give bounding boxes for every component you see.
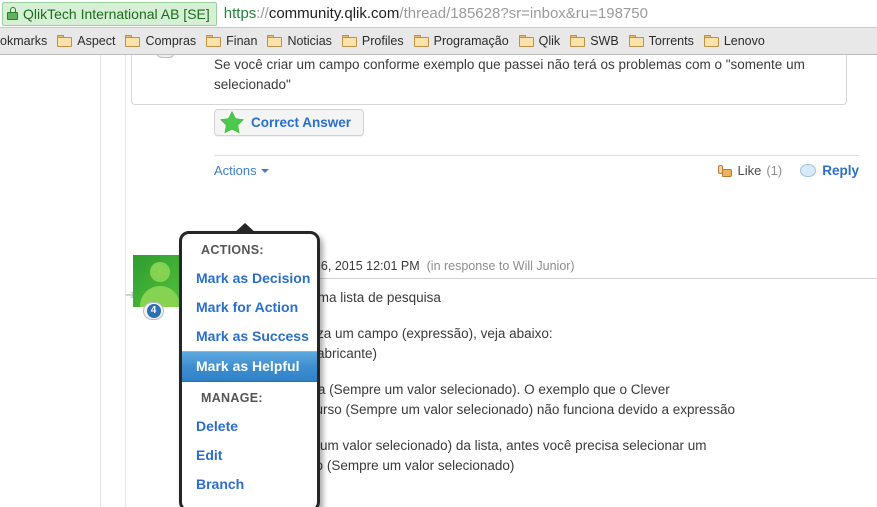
actions-dropdown-menu[interactable]: ACTIONS: Mark as Decision Mark for Action M… (179, 231, 320, 507)
menu-item-delete[interactable]: Delete (182, 412, 317, 441)
page-viewport: ➔ Se você criar um campo conforme exempl… (0, 55, 877, 507)
thumbs-up-icon (718, 164, 733, 177)
menu-section-title-actions: ACTIONS: (201, 243, 264, 257)
correct-answer-label: Correct Answer (251, 115, 352, 130)
bookmark-item-torrents[interactable]: Torrents (624, 31, 699, 51)
url-separator: :// (256, 5, 269, 22)
bookmark-label: Finan (226, 34, 258, 48)
ev-certificate-badge[interactable]: QlikTech International AB [SE] (2, 1, 217, 26)
bookmark-item-noticias[interactable]: Noticias (262, 31, 336, 51)
message-top-line: selecionado" (214, 77, 291, 92)
folder-icon (125, 35, 141, 47)
bookmark-label: Qlik (538, 34, 561, 48)
menu-section-title-manage: MANAGE: (201, 391, 263, 405)
message-top-action-bar: Actions Like (1) Reply (214, 155, 859, 185)
folder-icon (570, 35, 586, 47)
menu-item-branch[interactable]: Branch (182, 470, 317, 499)
address-bar[interactable]: QlikTech International AB [SE] https://c… (0, 0, 877, 28)
column-rule-left (100, 55, 101, 507)
actions-label: Actions (214, 163, 257, 178)
chevron-down-icon (260, 168, 269, 173)
folder-icon (628, 35, 644, 47)
bookmarks-bar: okmarks Aspect Compras Finan Noticias Profile… (0, 28, 877, 55)
avatar-level-value: 4 (146, 304, 161, 318)
post-in-response-to: (in response to Will Junior) (426, 259, 575, 273)
message-top-avatar-badge (147, 55, 187, 58)
bookmark-item-compras[interactable]: Compras (120, 31, 201, 51)
bookmark-label: Noticias (287, 34, 332, 48)
menu-item-mark-as-decision[interactable]: Mark as Decision (182, 264, 317, 293)
browser-chrome: QlikTech International AB [SE] https://c… (0, 0, 877, 55)
bookmark-label: Torrents (648, 34, 694, 48)
folder-icon (413, 35, 429, 47)
actions-dropdown-toggle[interactable]: Actions (214, 163, 269, 178)
folder-icon (206, 35, 222, 47)
like-count: (1) (766, 163, 783, 178)
folder-icon (703, 35, 719, 47)
folder-icon (267, 35, 283, 47)
bookmark-item-swb[interactable]: SWB (565, 31, 623, 51)
bookmark-item-programa-o[interactable]: Programação (409, 31, 514, 51)
bookmark-item-lenovo[interactable]: Lenovo (699, 31, 770, 51)
menu-pointer-arrow (233, 223, 257, 234)
url-path: /thread/185628?sr=inbox&ru=198750 (399, 5, 648, 22)
bookmark-item-aspect[interactable]: Aspect (52, 31, 120, 51)
like-button[interactable]: Like (1) (718, 163, 782, 178)
folder-icon (518, 35, 534, 47)
reply-label: Reply (822, 163, 859, 178)
bookmark-label: SWB (590, 34, 619, 48)
menu-item-mark-as-success[interactable]: Mark as Success (182, 322, 317, 351)
bookmark-item-qlik[interactable]: Qlik (514, 31, 566, 51)
avatar-image (133, 255, 185, 307)
bookmark-label: Compras (145, 34, 197, 48)
url-host: community.qlik.com (268, 5, 400, 22)
menu-item-mark-as-helpful[interactable]: Mark as Helpful (182, 351, 317, 382)
bookmark-label: Programação (433, 34, 509, 48)
message-top-right-actions: Like (1) Reply (718, 163, 859, 178)
folder-icon (57, 35, 73, 47)
bookmark-label: Lenovo (723, 34, 765, 48)
url-scheme: https (223, 5, 257, 22)
bookmark-label: okmarks (0, 34, 48, 48)
lock-icon (7, 7, 18, 20)
like-label: Like (737, 163, 762, 178)
message-top-body: Se você criar um campo conforme exemplo … (214, 55, 814, 140)
ev-organization-name: QlikTech International AB [SE] (23, 5, 210, 22)
menu-item-edit[interactable]: Edit (182, 441, 317, 470)
message-top-line: Se você criar um campo conforme exemplo … (214, 57, 805, 72)
folder-icon (341, 35, 357, 47)
bookmark-item-profiles[interactable]: Profiles (337, 31, 409, 51)
star-icon (219, 110, 245, 135)
bookmark-item-finan[interactable]: Finan (201, 31, 262, 51)
avatar-level-badge: 4 (143, 302, 164, 320)
url-text[interactable]: https://community.qlik.com/thread/185628… (224, 6, 648, 21)
bookmark-label: Profiles (361, 34, 404, 48)
bookmark-item-okmarks[interactable]: okmarks (0, 31, 52, 51)
correct-answer-button-top[interactable]: Correct Answer (214, 109, 365, 136)
menu-item-mark-for-action[interactable]: Mark for Action (182, 293, 317, 322)
bookmark-label: Aspect (77, 34, 116, 48)
reply-button[interactable]: Reply (800, 163, 859, 178)
speech-bubble-icon (800, 164, 817, 177)
